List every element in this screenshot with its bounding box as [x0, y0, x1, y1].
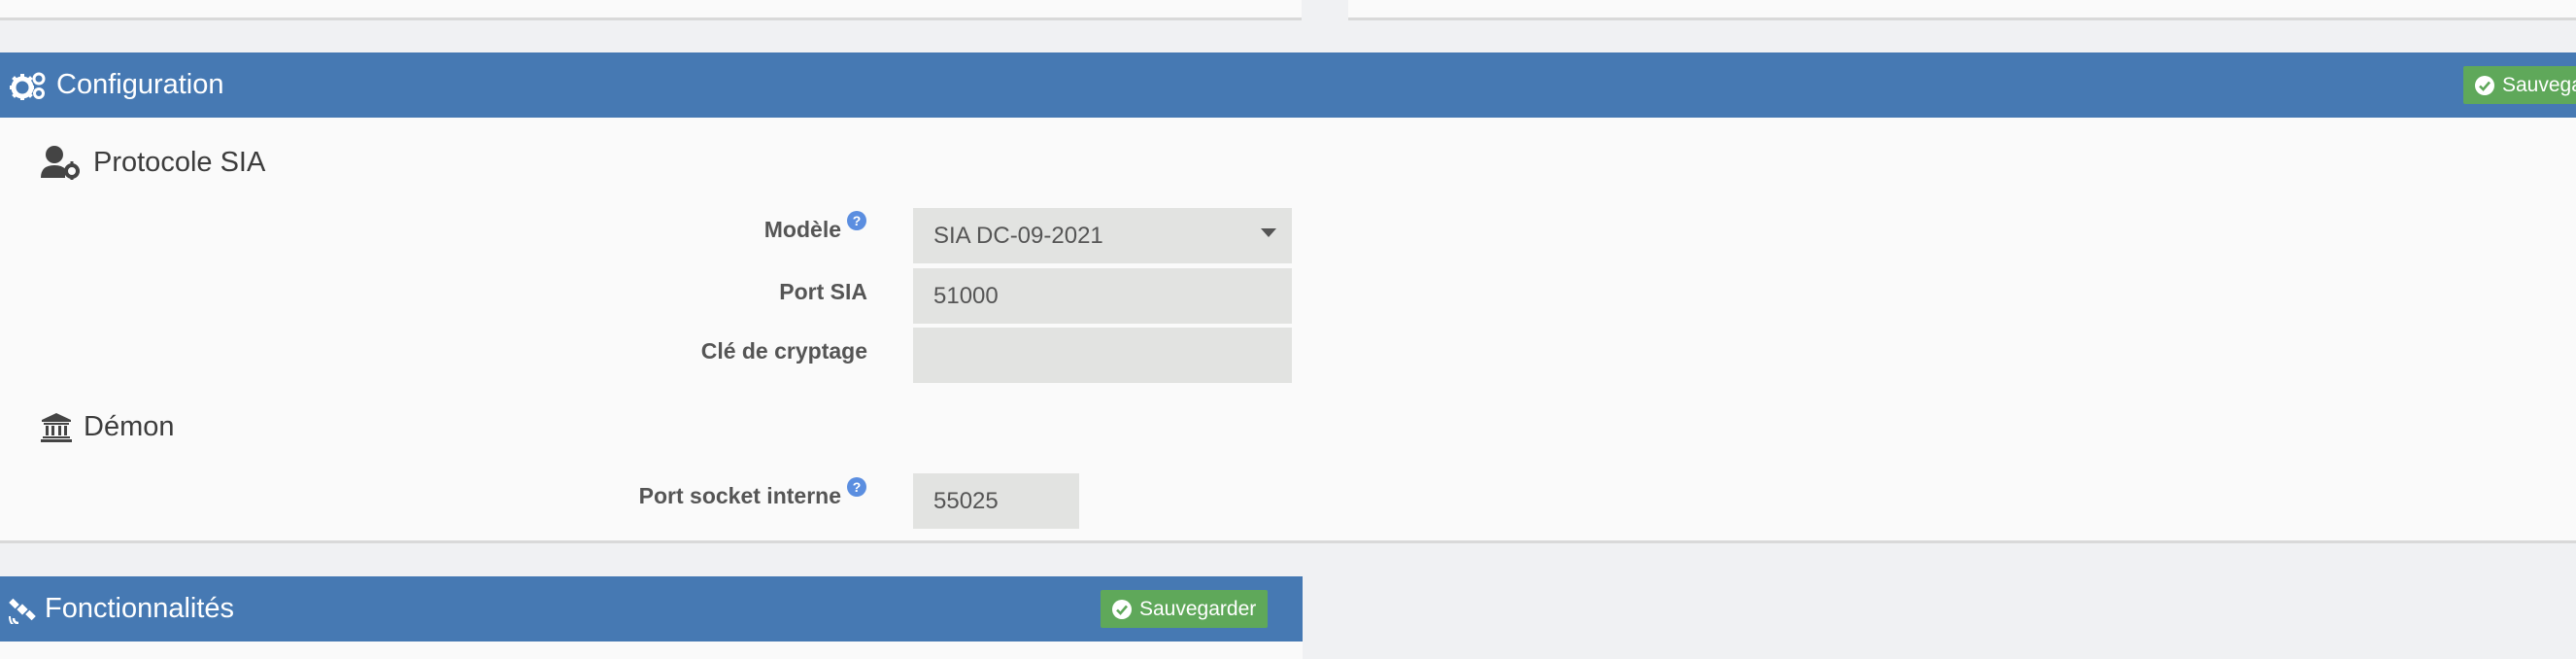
- cle-de-cryptage-input[interactable]: [913, 328, 1292, 383]
- university-icon: [41, 411, 72, 442]
- save-button-fonctionnalites[interactable]: Sauvegarder: [1101, 590, 1269, 628]
- satellite-icon: [8, 595, 37, 624]
- fonctionnalites-body: [0, 642, 1303, 659]
- help-icon[interactable]: ?: [847, 477, 866, 497]
- port-socket-interne-value: 55025: [933, 487, 999, 514]
- configuration-title: Configuration: [56, 69, 224, 100]
- top-card-right: [1348, 0, 2576, 20]
- label-port-socket-interne: Port socket interne?: [544, 477, 866, 509]
- section-title-text: Démon: [84, 410, 175, 442]
- port-socket-interne-input[interactable]: 55025: [913, 473, 1079, 529]
- configuration-header: Configuration: [0, 52, 2576, 118]
- modele-select[interactable]: SIA DC-09-2021: [913, 208, 1292, 263]
- save-button-label: Sauvegarder: [1139, 597, 1257, 620]
- label-port-socket-text: Port socket interne: [638, 483, 841, 508]
- caret-down-icon: [1261, 228, 1276, 237]
- help-icon[interactable]: ?: [847, 211, 866, 230]
- save-button-label: Sauvegarder: [2502, 73, 2576, 96]
- label-cle-de-cryptage: Clé de cryptage: [700, 338, 867, 364]
- user-cog-icon: [41, 145, 80, 180]
- check-circle-icon: [2475, 75, 2494, 95]
- modele-select-value: SIA DC-09-2021: [933, 222, 1103, 249]
- port-sia-input[interactable]: 51000: [913, 268, 1292, 324]
- save-button-configuration[interactable]: Sauvegarder: [2463, 66, 2576, 104]
- section-title-text: Protocole SIA: [93, 146, 266, 178]
- top-card-left: [0, 0, 1302, 20]
- section-title-demon: Démon: [41, 406, 175, 447]
- port-sia-value: 51000: [933, 282, 999, 309]
- fonctionnalites-title: Fonctionnalités: [45, 593, 235, 624]
- cogs-icon: [10, 71, 47, 100]
- label-modele-text: Modèle: [763, 217, 841, 242]
- label-port-sia: Port SIA: [779, 279, 867, 304]
- section-title-protocole-sia: Protocole SIA: [41, 142, 265, 183]
- check-circle-icon: [1112, 599, 1132, 619]
- label-modele: Modèle?: [758, 211, 866, 243]
